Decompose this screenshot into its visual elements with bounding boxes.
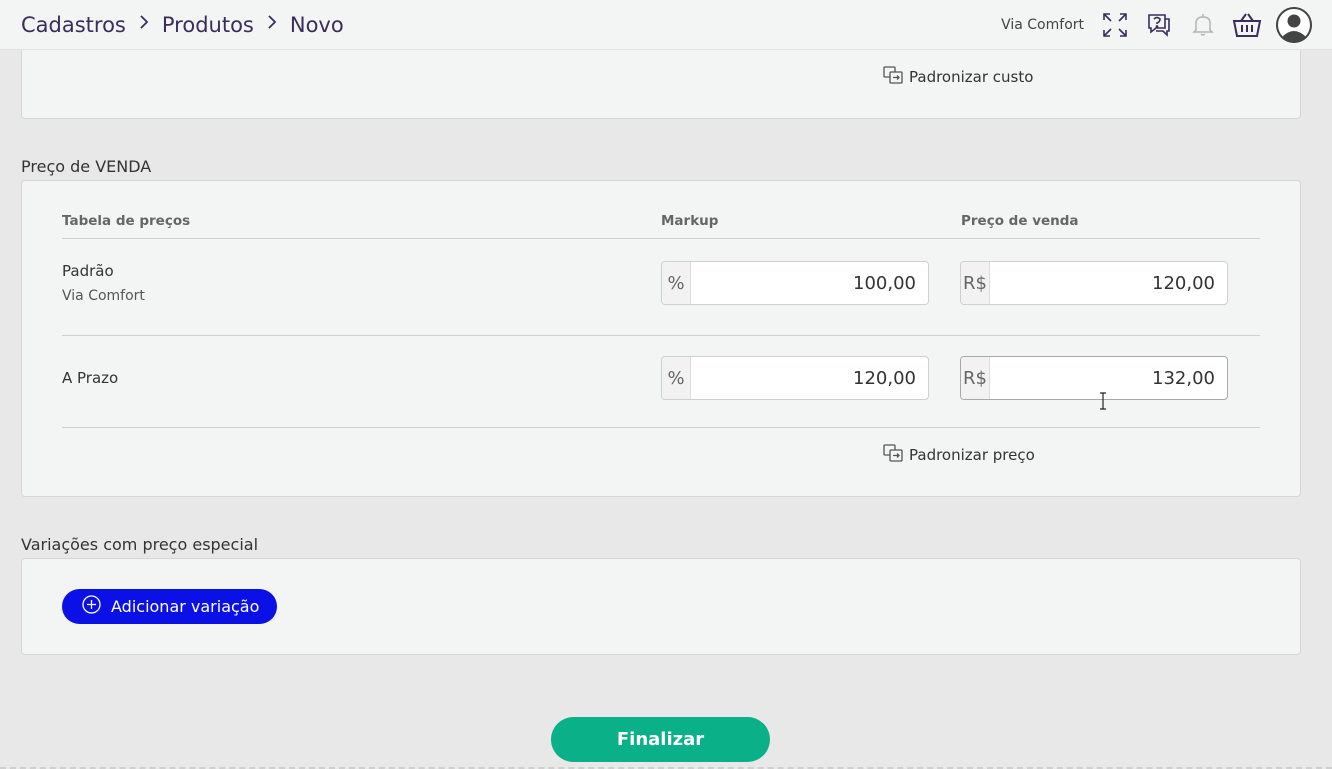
- padronizar-custo-button[interactable]: Padronizar custo: [883, 66, 1033, 88]
- price-input-padrao[interactable]: [990, 262, 1227, 304]
- divider: [62, 238, 1260, 239]
- markup-input-padrao[interactable]: [691, 262, 928, 304]
- currency-prefix: R$: [961, 262, 990, 304]
- row-name-padrao: Padrão: [62, 262, 114, 280]
- breadcrumb: Cadastros Produtos Novo: [21, 13, 344, 37]
- company-name[interactable]: Via Comfort: [1001, 17, 1084, 33]
- divider: [62, 427, 1260, 428]
- fullscreen-icon[interactable]: [1100, 10, 1130, 40]
- chevron-right-icon: [266, 14, 278, 35]
- user-avatar-icon[interactable]: [1276, 6, 1312, 43]
- header-actions: Via Comfort: [1001, 6, 1312, 43]
- finalizar-label: Finalizar: [616, 729, 705, 750]
- add-variation-label: Adicionar variação: [111, 597, 260, 616]
- breadcrumb-novo: Novo: [289, 12, 344, 37]
- markup-input-a-prazo[interactable]: [691, 357, 928, 399]
- copy-standardize-icon: [883, 66, 903, 88]
- copy-standardize-icon: [883, 444, 903, 466]
- variacoes-section-title: Variações com preço especial: [21, 535, 259, 554]
- padronizar-preco-button[interactable]: Padronizar preço: [883, 444, 1035, 466]
- percent-prefix: %: [662, 262, 691, 304]
- help-chat-icon[interactable]: [1144, 10, 1174, 40]
- col-header-preco: Preço de venda: [961, 213, 1079, 229]
- percent-prefix: %: [662, 357, 691, 399]
- breadcrumb-cadastros[interactable]: Cadastros: [21, 13, 126, 37]
- col-header-markup: Markup: [661, 213, 719, 229]
- padronizar-preco-label: Padronizar preço: [909, 446, 1035, 464]
- basket-icon[interactable]: [1232, 10, 1262, 40]
- add-variation-button[interactable]: Adicionar variação: [62, 589, 277, 624]
- col-header-tabela: Tabela de preços: [62, 213, 191, 229]
- finalizar-button[interactable]: Finalizar: [551, 717, 770, 762]
- divider: [62, 335, 1260, 336]
- bell-icon[interactable]: [1188, 10, 1218, 40]
- plus-circle-icon: [82, 595, 101, 618]
- markup-field-padrao: %: [661, 261, 929, 305]
- row-name-a-prazo: A Prazo: [62, 369, 119, 387]
- price-field-a-prazo: R$: [960, 356, 1228, 400]
- breadcrumb-produtos[interactable]: Produtos: [162, 13, 254, 37]
- price-input-a-prazo[interactable]: [990, 357, 1227, 399]
- text-cursor-icon: [1098, 392, 1108, 414]
- currency-prefix: R$: [961, 357, 990, 399]
- markup-field-a-prazo: %: [661, 356, 929, 400]
- row-sub-padrao: Via Comfort: [62, 288, 145, 304]
- venda-section-title: Preço de VENDA: [21, 157, 152, 176]
- padronizar-custo-label: Padronizar custo: [909, 68, 1034, 86]
- chevron-right-icon: [138, 14, 150, 35]
- top-header: Cadastros Produtos Novo Via Comfort: [0, 0, 1332, 50]
- price-field-padrao: R$: [960, 261, 1228, 305]
